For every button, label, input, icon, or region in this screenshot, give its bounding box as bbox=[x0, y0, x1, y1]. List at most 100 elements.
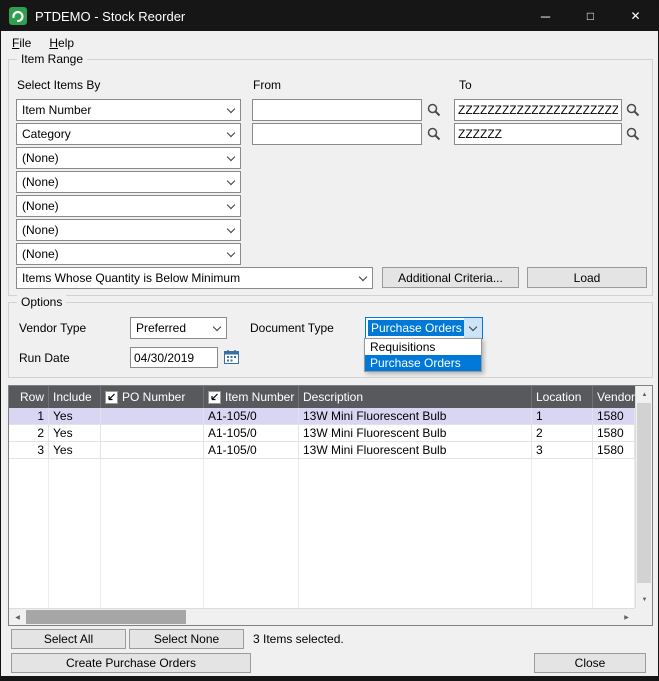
category-to-input[interactable] bbox=[454, 123, 622, 145]
grid-row-2[interactable]: 2 Yes A1-105/0 13W Mini Fluorescent Bulb… bbox=[9, 425, 635, 442]
cell-row-number[interactable]: 3 bbox=[9, 442, 49, 459]
column-header-item-number[interactable]: Item Number bbox=[204, 386, 299, 408]
cell-description[interactable]: 13W Mini Fluorescent Bulb bbox=[299, 442, 532, 459]
column-header-po-number[interactable]: PO Number bbox=[101, 386, 204, 408]
filter-field-1-combo[interactable]: Item Number bbox=[16, 99, 241, 121]
vertical-scrollbar[interactable]: ▲ ▼ bbox=[635, 386, 652, 608]
cell-include[interactable]: Yes bbox=[49, 442, 101, 459]
select-items-by-label: Select Items By bbox=[17, 78, 100, 92]
cell-po-number[interactable] bbox=[101, 425, 204, 442]
category-from-input[interactable] bbox=[252, 123, 422, 145]
from-label: From bbox=[253, 78, 281, 92]
criteria-combo[interactable]: Items Whose Quantity is Below Minimum bbox=[16, 267, 373, 289]
filter-field-7-combo[interactable]: (None) bbox=[16, 243, 241, 265]
cell-item-number[interactable]: A1-105/0 bbox=[204, 425, 299, 442]
finder-icon[interactable] bbox=[426, 126, 442, 142]
vendor-type-combo[interactable]: Preferred bbox=[130, 317, 227, 339]
scroll-down-icon[interactable]: ▼ bbox=[636, 591, 653, 608]
finder-icon[interactable] bbox=[625, 102, 641, 118]
create-purchase-orders-button[interactable]: Create Purchase Orders bbox=[11, 653, 251, 673]
chevron-down-icon bbox=[222, 148, 240, 168]
window-title: PTDEMO - Stock Reorder bbox=[35, 9, 185, 24]
item-range-group-label: Item Range bbox=[17, 52, 87, 66]
scroll-up-icon[interactable]: ▲ bbox=[636, 386, 653, 403]
cell-description[interactable]: 13W Mini Fluorescent Bulb bbox=[299, 425, 532, 442]
options-group: Options Vendor Type Preferred Document T… bbox=[8, 302, 653, 378]
chevron-down-icon bbox=[222, 220, 240, 240]
cell-vendor-number[interactable]: 1580 bbox=[593, 442, 635, 459]
filter-field-2-value: Category bbox=[17, 127, 222, 141]
chevron-down-icon bbox=[222, 244, 240, 264]
drilldown-icon[interactable] bbox=[208, 391, 221, 404]
cell-include[interactable]: Yes bbox=[49, 408, 101, 425]
filter-field-2-combo[interactable]: Category bbox=[16, 123, 241, 145]
cell-location[interactable]: 2 bbox=[532, 425, 593, 442]
additional-criteria-button[interactable]: Additional Criteria... bbox=[382, 267, 519, 288]
column-header-label: Item Number bbox=[225, 390, 294, 404]
dropdown-option-purchase-orders[interactable]: Purchase Orders bbox=[365, 355, 481, 371]
cell-item-number[interactable]: A1-105/0 bbox=[204, 442, 299, 459]
chevron-down-icon bbox=[354, 268, 372, 288]
chevron-down-icon bbox=[222, 124, 240, 144]
column-header-location[interactable]: Location bbox=[532, 386, 593, 408]
filter-field-5-combo[interactable]: (None) bbox=[16, 195, 241, 217]
cell-item-number[interactable]: A1-105/0 bbox=[204, 408, 299, 425]
filter-field-4-combo[interactable]: (None) bbox=[16, 171, 241, 193]
filter-field-1-value: Item Number bbox=[17, 103, 222, 117]
load-button[interactable]: Load bbox=[527, 267, 647, 288]
run-date-input[interactable] bbox=[130, 347, 218, 368]
scroll-left-icon[interactable]: ◀ bbox=[9, 609, 26, 626]
scrollbar-corner bbox=[635, 608, 652, 625]
chevron-down-icon bbox=[222, 172, 240, 192]
cell-po-number[interactable] bbox=[101, 442, 204, 459]
finder-icon[interactable] bbox=[426, 102, 442, 118]
cell-include[interactable]: Yes bbox=[49, 425, 101, 442]
item-number-from-input[interactable] bbox=[252, 99, 422, 121]
menu-file[interactable]: File bbox=[3, 33, 40, 53]
dropdown-option-requisitions[interactable]: Requisitions bbox=[365, 339, 481, 355]
column-header-include[interactable]: Include bbox=[49, 386, 101, 408]
select-all-button[interactable]: Select All bbox=[11, 629, 126, 649]
grid-empty-area bbox=[9, 459, 635, 608]
cell-row-number[interactable]: 1 bbox=[9, 408, 49, 425]
menu-help[interactable]: Help bbox=[40, 33, 83, 53]
column-header-row[interactable]: Row bbox=[9, 386, 49, 408]
minimize-button[interactable]: ─ bbox=[523, 1, 568, 31]
drilldown-icon[interactable] bbox=[105, 391, 118, 404]
select-none-button[interactable]: Select None bbox=[129, 629, 244, 649]
caption-buttons: ─ □ ✕ bbox=[523, 1, 658, 31]
cell-row-number[interactable]: 2 bbox=[9, 425, 49, 442]
calendar-icon[interactable] bbox=[223, 349, 241, 366]
app-icon bbox=[9, 7, 27, 25]
item-range-group: Item Range Select Items By From To Item … bbox=[8, 59, 653, 296]
maximize-button[interactable]: □ bbox=[568, 1, 613, 31]
finder-icon[interactable] bbox=[625, 126, 641, 142]
results-grid: Row Include PO Number Item Number Descri… bbox=[8, 385, 653, 626]
horizontal-scrollbar[interactable]: ◀ ▶ bbox=[9, 608, 635, 625]
item-number-to-input[interactable] bbox=[454, 99, 622, 121]
grid-row-3[interactable]: 3 Yes A1-105/0 13W Mini Fluorescent Bulb… bbox=[9, 442, 635, 459]
vendor-type-label: Vendor Type bbox=[19, 321, 86, 335]
vendor-type-value: Preferred bbox=[131, 321, 208, 335]
chevron-down-icon bbox=[208, 318, 226, 338]
document-type-combo[interactable]: Purchase Orders bbox=[365, 317, 483, 339]
cell-description[interactable]: 13W Mini Fluorescent Bulb bbox=[299, 408, 532, 425]
scroll-right-icon[interactable]: ▶ bbox=[618, 609, 635, 626]
column-header-vendor-number[interactable]: Vendor Nu bbox=[593, 386, 635, 408]
cell-po-number[interactable] bbox=[101, 408, 204, 425]
cell-location[interactable]: 1 bbox=[532, 408, 593, 425]
column-header-description[interactable]: Description bbox=[299, 386, 532, 408]
cell-location[interactable]: 3 bbox=[532, 442, 593, 459]
cell-vendor-number[interactable]: 1580 bbox=[593, 425, 635, 442]
grid-row-1[interactable]: 1 Yes A1-105/0 13W Mini Fluorescent Bulb… bbox=[9, 408, 635, 425]
vertical-scrollbar-thumb[interactable] bbox=[637, 403, 651, 583]
stock-reorder-window: PTDEMO - Stock Reorder ─ □ ✕ File Help I… bbox=[0, 0, 659, 681]
filter-field-6-combo[interactable]: (None) bbox=[16, 219, 241, 241]
filter-field-3-combo[interactable]: (None) bbox=[16, 147, 241, 169]
criteria-value: Items Whose Quantity is Below Minimum bbox=[17, 271, 354, 285]
close-button[interactable]: Close bbox=[534, 653, 646, 673]
close-window-button[interactable]: ✕ bbox=[613, 1, 658, 31]
horizontal-scrollbar-thumb[interactable] bbox=[26, 610, 186, 624]
cell-vendor-number[interactable]: 1580 bbox=[593, 408, 635, 425]
chevron-down-icon bbox=[222, 100, 240, 120]
